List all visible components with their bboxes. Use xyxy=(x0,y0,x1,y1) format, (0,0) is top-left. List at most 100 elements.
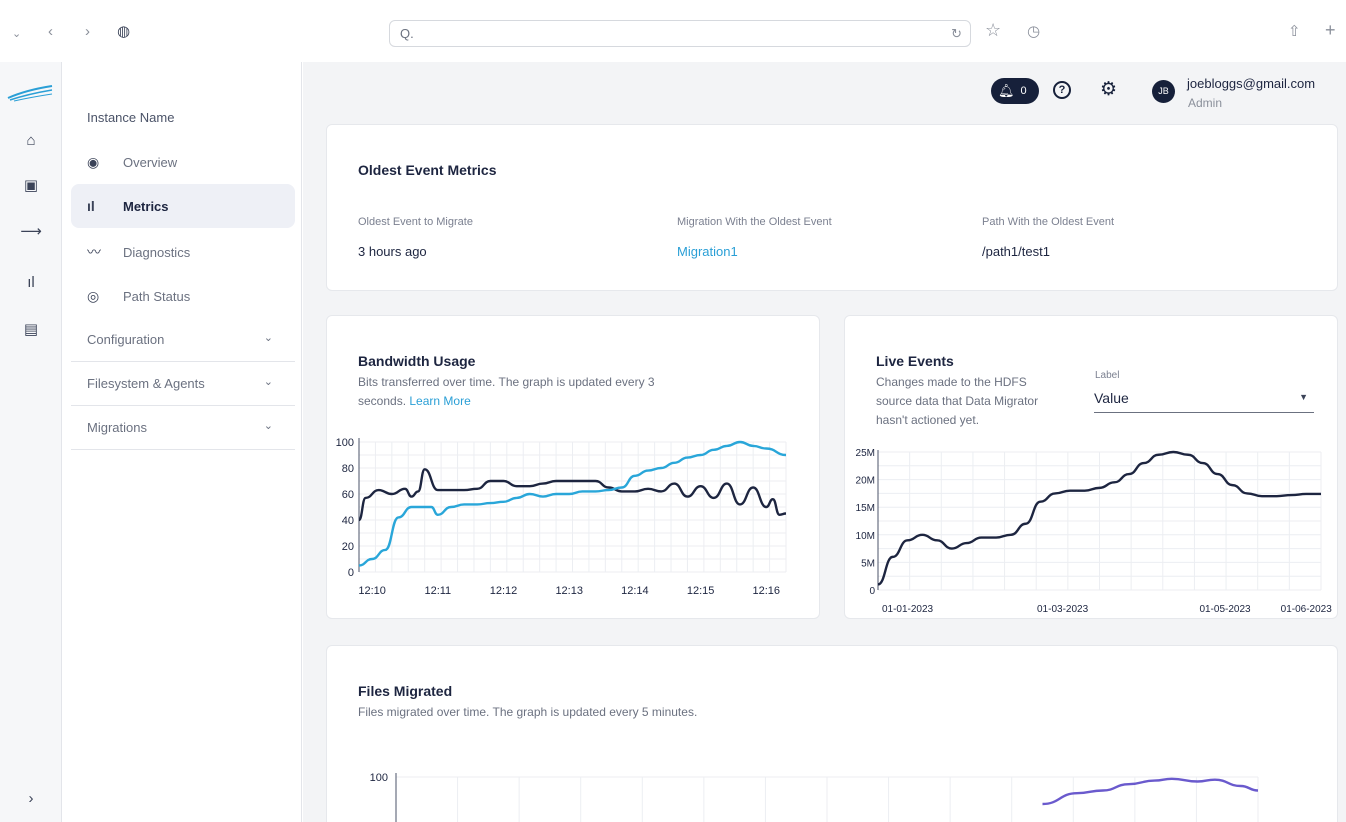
x-tick-label: 12:13 xyxy=(555,585,583,597)
y-tick-label: 0 xyxy=(869,586,875,597)
section-label: Migrations xyxy=(87,420,147,435)
section-configuration[interactable]: Configuration ⌄ xyxy=(71,318,295,362)
y-tick-label: 5M xyxy=(861,558,875,569)
arrow-right-icon[interactable]: ⟶ xyxy=(0,222,62,240)
instance-name: Instance Name xyxy=(87,110,175,125)
help-icon[interactable]: ? xyxy=(1053,81,1071,99)
x-tick-label: 12:11 xyxy=(424,585,451,597)
x-tick-label: 01-01-2023 xyxy=(882,604,934,615)
description-line: source data that Data Migrator xyxy=(876,394,1039,408)
y-tick-label: 60 xyxy=(342,489,354,501)
description-line2: seconds. Learn More xyxy=(358,392,655,411)
x-tick-label: 01-06-2023 xyxy=(1281,604,1333,615)
section-label: Filesystem & Agents xyxy=(87,376,205,391)
card-description: Changes made to the HDFS source data tha… xyxy=(876,373,1038,430)
history-icon[interactable]: ◷ xyxy=(1027,22,1040,42)
card-description: Files migrated over time. The graph is u… xyxy=(358,705,698,719)
metric-value: 3 hours ago xyxy=(358,244,427,259)
description-text: seconds. xyxy=(358,394,407,408)
document-icon[interactable]: ▤ xyxy=(0,320,62,338)
y-tick-label: 100 xyxy=(370,772,388,784)
sidebar-item-label: Overview xyxy=(123,154,178,170)
migration-link[interactable]: Migration1 xyxy=(677,244,738,259)
card-title: Bandwidth Usage xyxy=(358,353,476,369)
metric-label: Oldest Event to Migrate xyxy=(358,216,473,228)
url-text: Q. xyxy=(400,26,414,41)
learn-more-link[interactable]: Learn More xyxy=(409,394,470,408)
sidebar-item-path-status[interactable]: ◎ Path Status xyxy=(71,274,295,318)
y-tick-label: 20M xyxy=(856,476,875,487)
logo-icon xyxy=(7,85,53,102)
x-tick-label: 12:14 xyxy=(621,585,649,597)
y-tick-label: 80 xyxy=(342,463,354,475)
description-line: hasn't actioned yet. xyxy=(876,413,980,427)
metric-label: Path With the Oldest Event xyxy=(982,216,1115,228)
back-icon[interactable]: ‹ xyxy=(48,22,53,42)
files-migrated-chart: 100 xyxy=(370,772,1259,822)
card-title: Oldest Event Metrics xyxy=(358,162,497,178)
eye-icon: ◉ xyxy=(87,153,100,170)
globe-icon[interactable]: ◍ xyxy=(117,22,130,42)
card-description: Bits transferred over time. The graph is… xyxy=(358,373,655,411)
label-select[interactable]: Value ▼ xyxy=(1094,386,1314,413)
gear-icon[interactable]: ⚙ xyxy=(1100,78,1117,101)
sidebar-item-overview[interactable]: ◉ Overview xyxy=(71,140,295,184)
notifications-button[interactable]: 🔔︎ 0 xyxy=(991,78,1039,104)
oldest-event-card xyxy=(326,124,1338,291)
home-icon[interactable]: ⌂ xyxy=(0,132,62,149)
x-tick-label: 12:16 xyxy=(753,585,781,597)
browser-toolbar: ⌄ ‹ › ◍ Q. ↻ ☆ ◷ ⇧ + xyxy=(0,0,1346,62)
reload-icon[interactable]: ↻ xyxy=(951,26,962,42)
metric-label: Migration With the Oldest Event xyxy=(677,216,832,228)
bell-icon: 🔔︎ xyxy=(998,83,1015,98)
expand-icon[interactable]: › xyxy=(0,790,62,807)
new-tab-icon[interactable]: + xyxy=(1325,20,1336,40)
card-title: Live Events xyxy=(876,353,954,369)
caret-down-icon: ▼ xyxy=(1299,392,1308,402)
description-line: Bits transferred over time. The graph is… xyxy=(358,375,655,389)
sidebar-item-diagnostics[interactable]: 〰 Diagnostics xyxy=(71,230,295,274)
x-tick-label: 01-03-2023 xyxy=(1037,604,1089,615)
live-events-chart: 0 5M 10M 15M 20M 25M 01-01-2023 01-03-2023 01-05… xyxy=(856,448,1333,615)
url-bar[interactable]: Q. ↻ xyxy=(389,20,971,47)
y-tick-label: 40 xyxy=(342,515,354,527)
sidebar-item-label: Path Status xyxy=(123,288,191,304)
x-tick-label: 12:10 xyxy=(358,585,386,597)
notification-count: 0 xyxy=(1020,85,1027,97)
sidebar-item-label: Metrics xyxy=(123,198,169,214)
select-label: Label xyxy=(1095,370,1120,381)
y-tick-label: 10M xyxy=(856,531,875,542)
chevron-down-icon[interactable]: ⌄ xyxy=(12,24,21,44)
x-tick-label: 12:15 xyxy=(687,585,715,597)
chevron-down-icon: ⌄ xyxy=(263,420,273,432)
series-line xyxy=(1042,777,1259,806)
sidebar-item-label: Diagnostics xyxy=(123,244,191,260)
y-tick-label: 25M xyxy=(856,448,875,459)
sidebar-item-metrics[interactable]: ıl Metrics xyxy=(71,184,295,228)
y-tick-label: 100 xyxy=(336,437,354,449)
section-label: Configuration xyxy=(87,332,165,347)
card-title: Files Migrated xyxy=(358,683,453,699)
bar-chart-icon[interactable]: ıl xyxy=(0,274,62,291)
section-migrations[interactable]: Migrations ⌄ xyxy=(71,406,295,450)
y-tick-label: 0 xyxy=(348,567,354,579)
forward-icon[interactable]: › xyxy=(85,22,90,42)
trend-icon: 〰 xyxy=(87,244,101,260)
x-tick-label: 12:12 xyxy=(490,585,518,597)
avatar[interactable]: JB xyxy=(1152,80,1175,103)
target-icon: ◎ xyxy=(87,287,100,304)
user-email: joebloggs@gmail.com xyxy=(1187,76,1316,91)
icon-rail: ⌂ ▣ ⟶ ıl ▤ › xyxy=(0,62,62,822)
section-filesystem-agents[interactable]: Filesystem & Agents ⌄ xyxy=(71,362,295,406)
y-tick-label: 15M xyxy=(856,503,875,514)
sidebar: Instance Name ◉ Overview ıl Metrics 〰 Di… xyxy=(62,62,302,822)
briefcase-icon[interactable]: ▣ xyxy=(0,176,62,194)
y-tick-label: 20 xyxy=(342,541,354,553)
star-icon[interactable]: ☆ xyxy=(985,20,1001,40)
share-icon[interactable]: ⇧ xyxy=(1288,22,1301,42)
chevron-down-icon: ⌄ xyxy=(263,332,273,344)
select-value: Value xyxy=(1094,390,1129,406)
chevron-down-icon: ⌄ xyxy=(263,376,273,388)
x-tick-label: 01-05-2023 xyxy=(1199,604,1251,615)
metric-value: /path1/test1 xyxy=(982,244,1050,259)
